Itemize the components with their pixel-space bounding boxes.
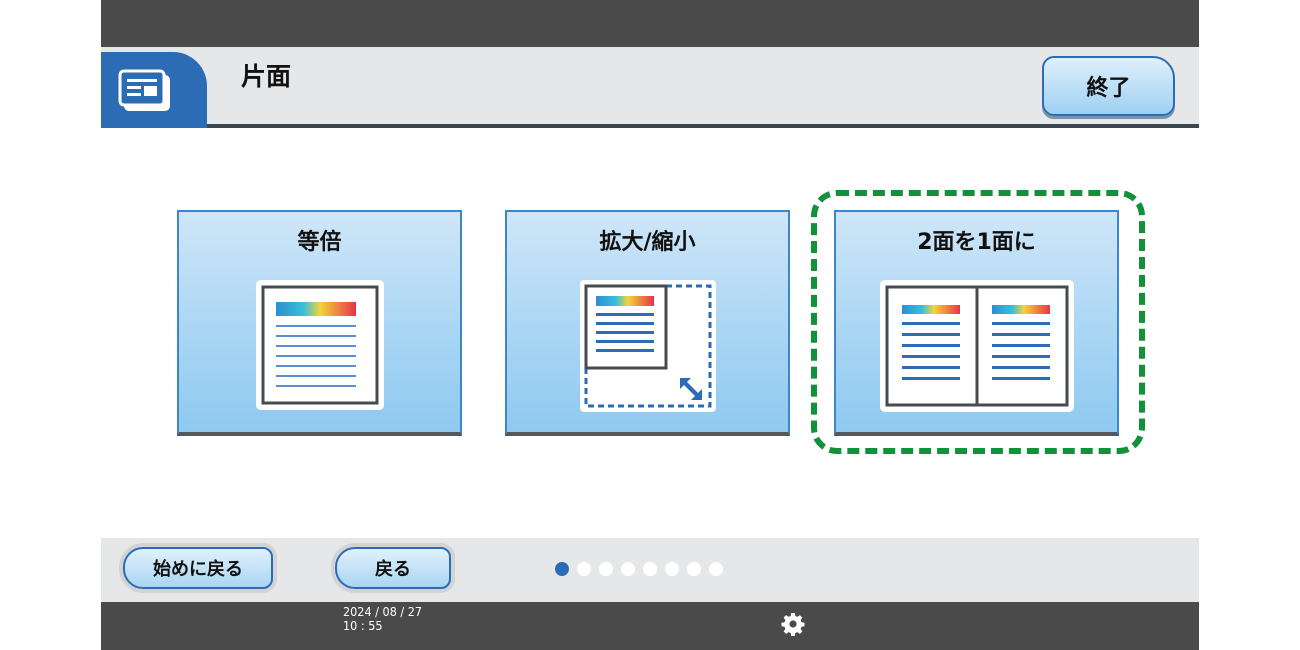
page-dot: [599, 562, 613, 576]
option-label: 拡大/縮小: [599, 230, 696, 255]
status-bar: [101, 602, 1199, 650]
two-pages-to-one-icon: [879, 280, 1074, 412]
document-icon: [118, 69, 170, 111]
option-label: 2面を1面に: [917, 230, 1036, 255]
option-two-to-one[interactable]: 2面を1面に: [834, 210, 1119, 436]
back-button[interactable]: 戻る: [335, 547, 451, 589]
time-text: 10 : 55: [343, 618, 383, 633]
page-dot: [577, 562, 591, 576]
header-divider: [207, 124, 1199, 128]
copy-screen: 片面 終了 等倍 拡大/縮小 2面を1面に 始めに戻る 戻る 2024 / 08…: [101, 0, 1199, 650]
page-dot: [687, 562, 701, 576]
page-dot-active: [555, 562, 569, 576]
page-title: 片面: [241, 62, 292, 91]
option-label: 等倍: [297, 230, 342, 255]
app-tab[interactable]: [101, 52, 207, 128]
page-dot: [709, 562, 723, 576]
page-dot: [643, 562, 657, 576]
page-dot: [621, 562, 635, 576]
option-same-size[interactable]: 等倍: [177, 210, 462, 436]
enlarge-reduce-icon: [579, 280, 716, 412]
end-button[interactable]: 終了: [1042, 56, 1175, 116]
date-text: 2024 / 08 / 27: [343, 604, 423, 619]
page-dot: [665, 562, 679, 576]
gear-icon[interactable]: [781, 612, 805, 636]
date-time: 2024 / 08 / 27 10 : 55: [343, 605, 422, 633]
option-enlarge-reduce[interactable]: 拡大/縮小: [505, 210, 790, 436]
page-indicator: [555, 562, 723, 576]
top-bar: [101, 0, 1199, 47]
back-to-start-button[interactable]: 始めに戻る: [123, 547, 273, 589]
same-size-page-icon: [255, 280, 384, 410]
